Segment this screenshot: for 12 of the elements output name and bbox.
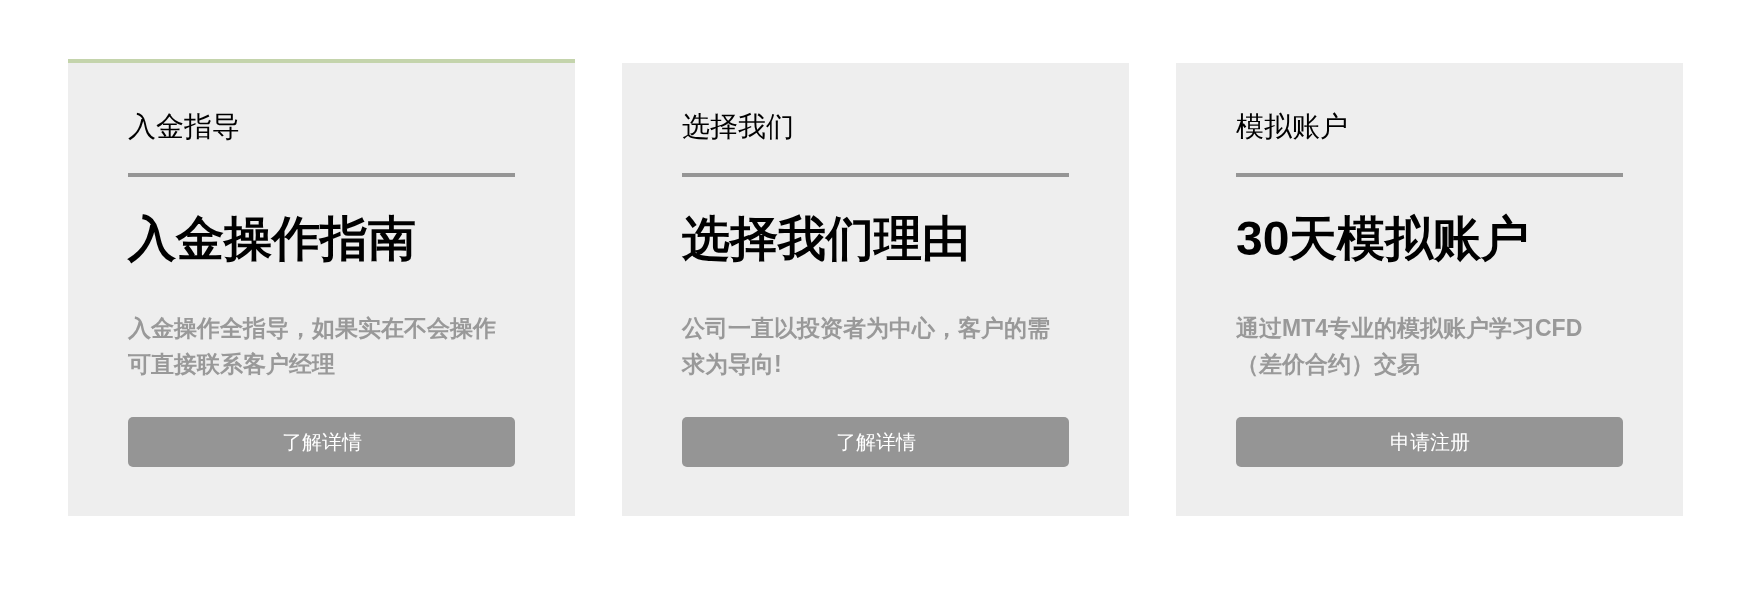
card-category: 选择我们 — [682, 110, 795, 144]
card-heading: 选择我们理由 — [682, 211, 971, 267]
card-category: 模拟账户 — [1236, 110, 1349, 144]
card-category: 入金指导 — [128, 110, 241, 144]
card-description: 入金操作全指导，如果实在不会操作可直接联系客户经理 — [128, 314, 497, 379]
action-button[interactable]: 了解详情 — [128, 417, 515, 467]
card-description: 通过MT4专业的模拟账户学习CFD（差价合约）交易 — [1236, 314, 1584, 379]
card-description: 公司一直以投资者为中心，客户的需求为导向! — [682, 314, 1051, 379]
card-heading: 入金操作指南 — [128, 211, 417, 267]
action-button[interactable]: 了解详情 — [682, 417, 1069, 467]
action-button[interactable]: 申请注册 — [1236, 417, 1623, 467]
card-heading: 30天模拟账户 — [1236, 211, 1531, 267]
